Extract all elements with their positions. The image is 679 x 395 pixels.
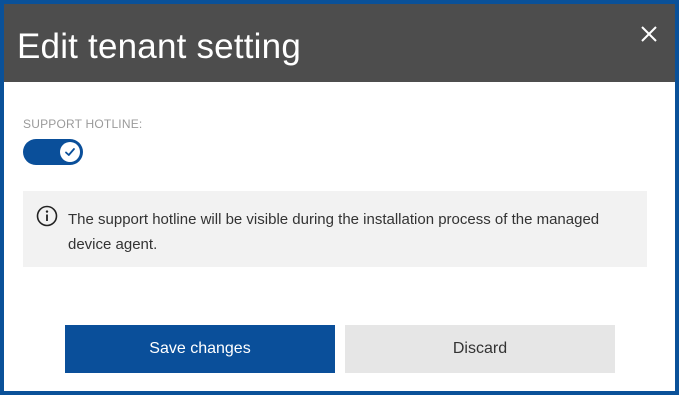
- info-message-text: The support hotline will be visible duri…: [68, 211, 600, 253]
- support-hotline-toggle[interactable]: [23, 139, 83, 165]
- discard-button[interactable]: Discard: [345, 325, 615, 373]
- toggle-knob: [60, 142, 80, 162]
- edit-tenant-setting-dialog: Edit tenant setting SUPPORT HOTLINE: The…: [0, 0, 679, 395]
- dialog-header: Edit tenant setting: [4, 4, 675, 82]
- checkmark-icon: [65, 148, 75, 156]
- info-message-box: The support hotline will be visible duri…: [23, 191, 647, 267]
- support-hotline-label: SUPPORT HOTLINE:: [23, 117, 143, 131]
- dialog-title: Edit tenant setting: [17, 27, 301, 66]
- save-changes-button[interactable]: Save changes: [65, 325, 335, 373]
- close-icon[interactable]: [637, 22, 661, 46]
- info-icon: [36, 205, 58, 227]
